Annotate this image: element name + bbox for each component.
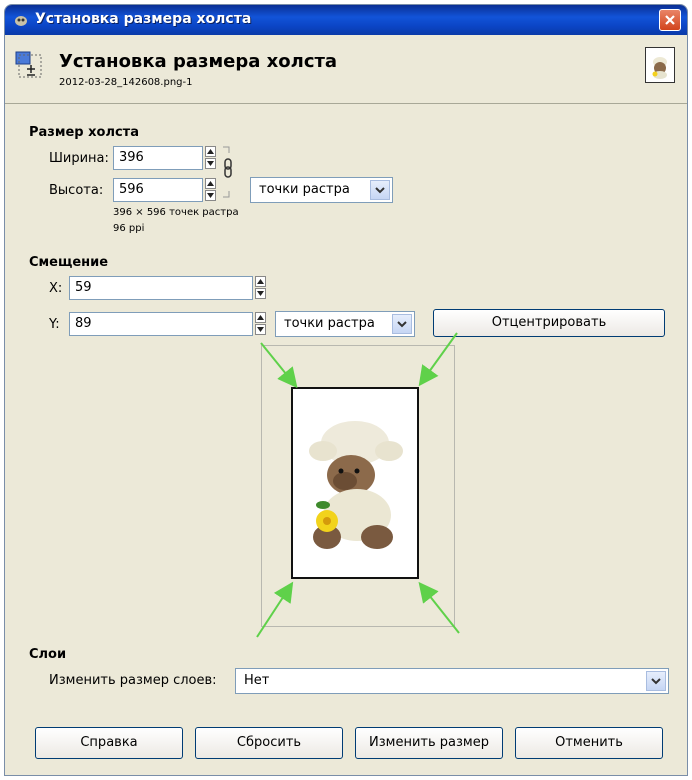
arrow-top-left-icon: [260, 342, 298, 389]
resize-layers-select[interactable]: Нет: [235, 668, 669, 694]
chevron-down-icon[interactable]: [646, 671, 666, 691]
arrow-bottom-left-icon: [256, 581, 294, 638]
resize-button[interactable]: Изменить размер: [355, 727, 503, 759]
arrow-top-right-icon: [418, 332, 458, 387]
resize-layers-value: Нет: [244, 673, 270, 688]
help-button[interactable]: Справка: [35, 727, 183, 759]
arrow-bottom-right-icon: [418, 581, 460, 634]
resize-layers-label: Изменить размер слоев:: [49, 673, 217, 688]
canvas-size-dialog: Установка размера холста Установка разме…: [4, 4, 688, 776]
reset-button[interactable]: Сбросить: [195, 727, 343, 759]
offset-arrows: [256, 332, 460, 638]
cancel-button[interactable]: Отменить: [515, 727, 663, 759]
layers-section-label: Слои: [29, 647, 67, 662]
